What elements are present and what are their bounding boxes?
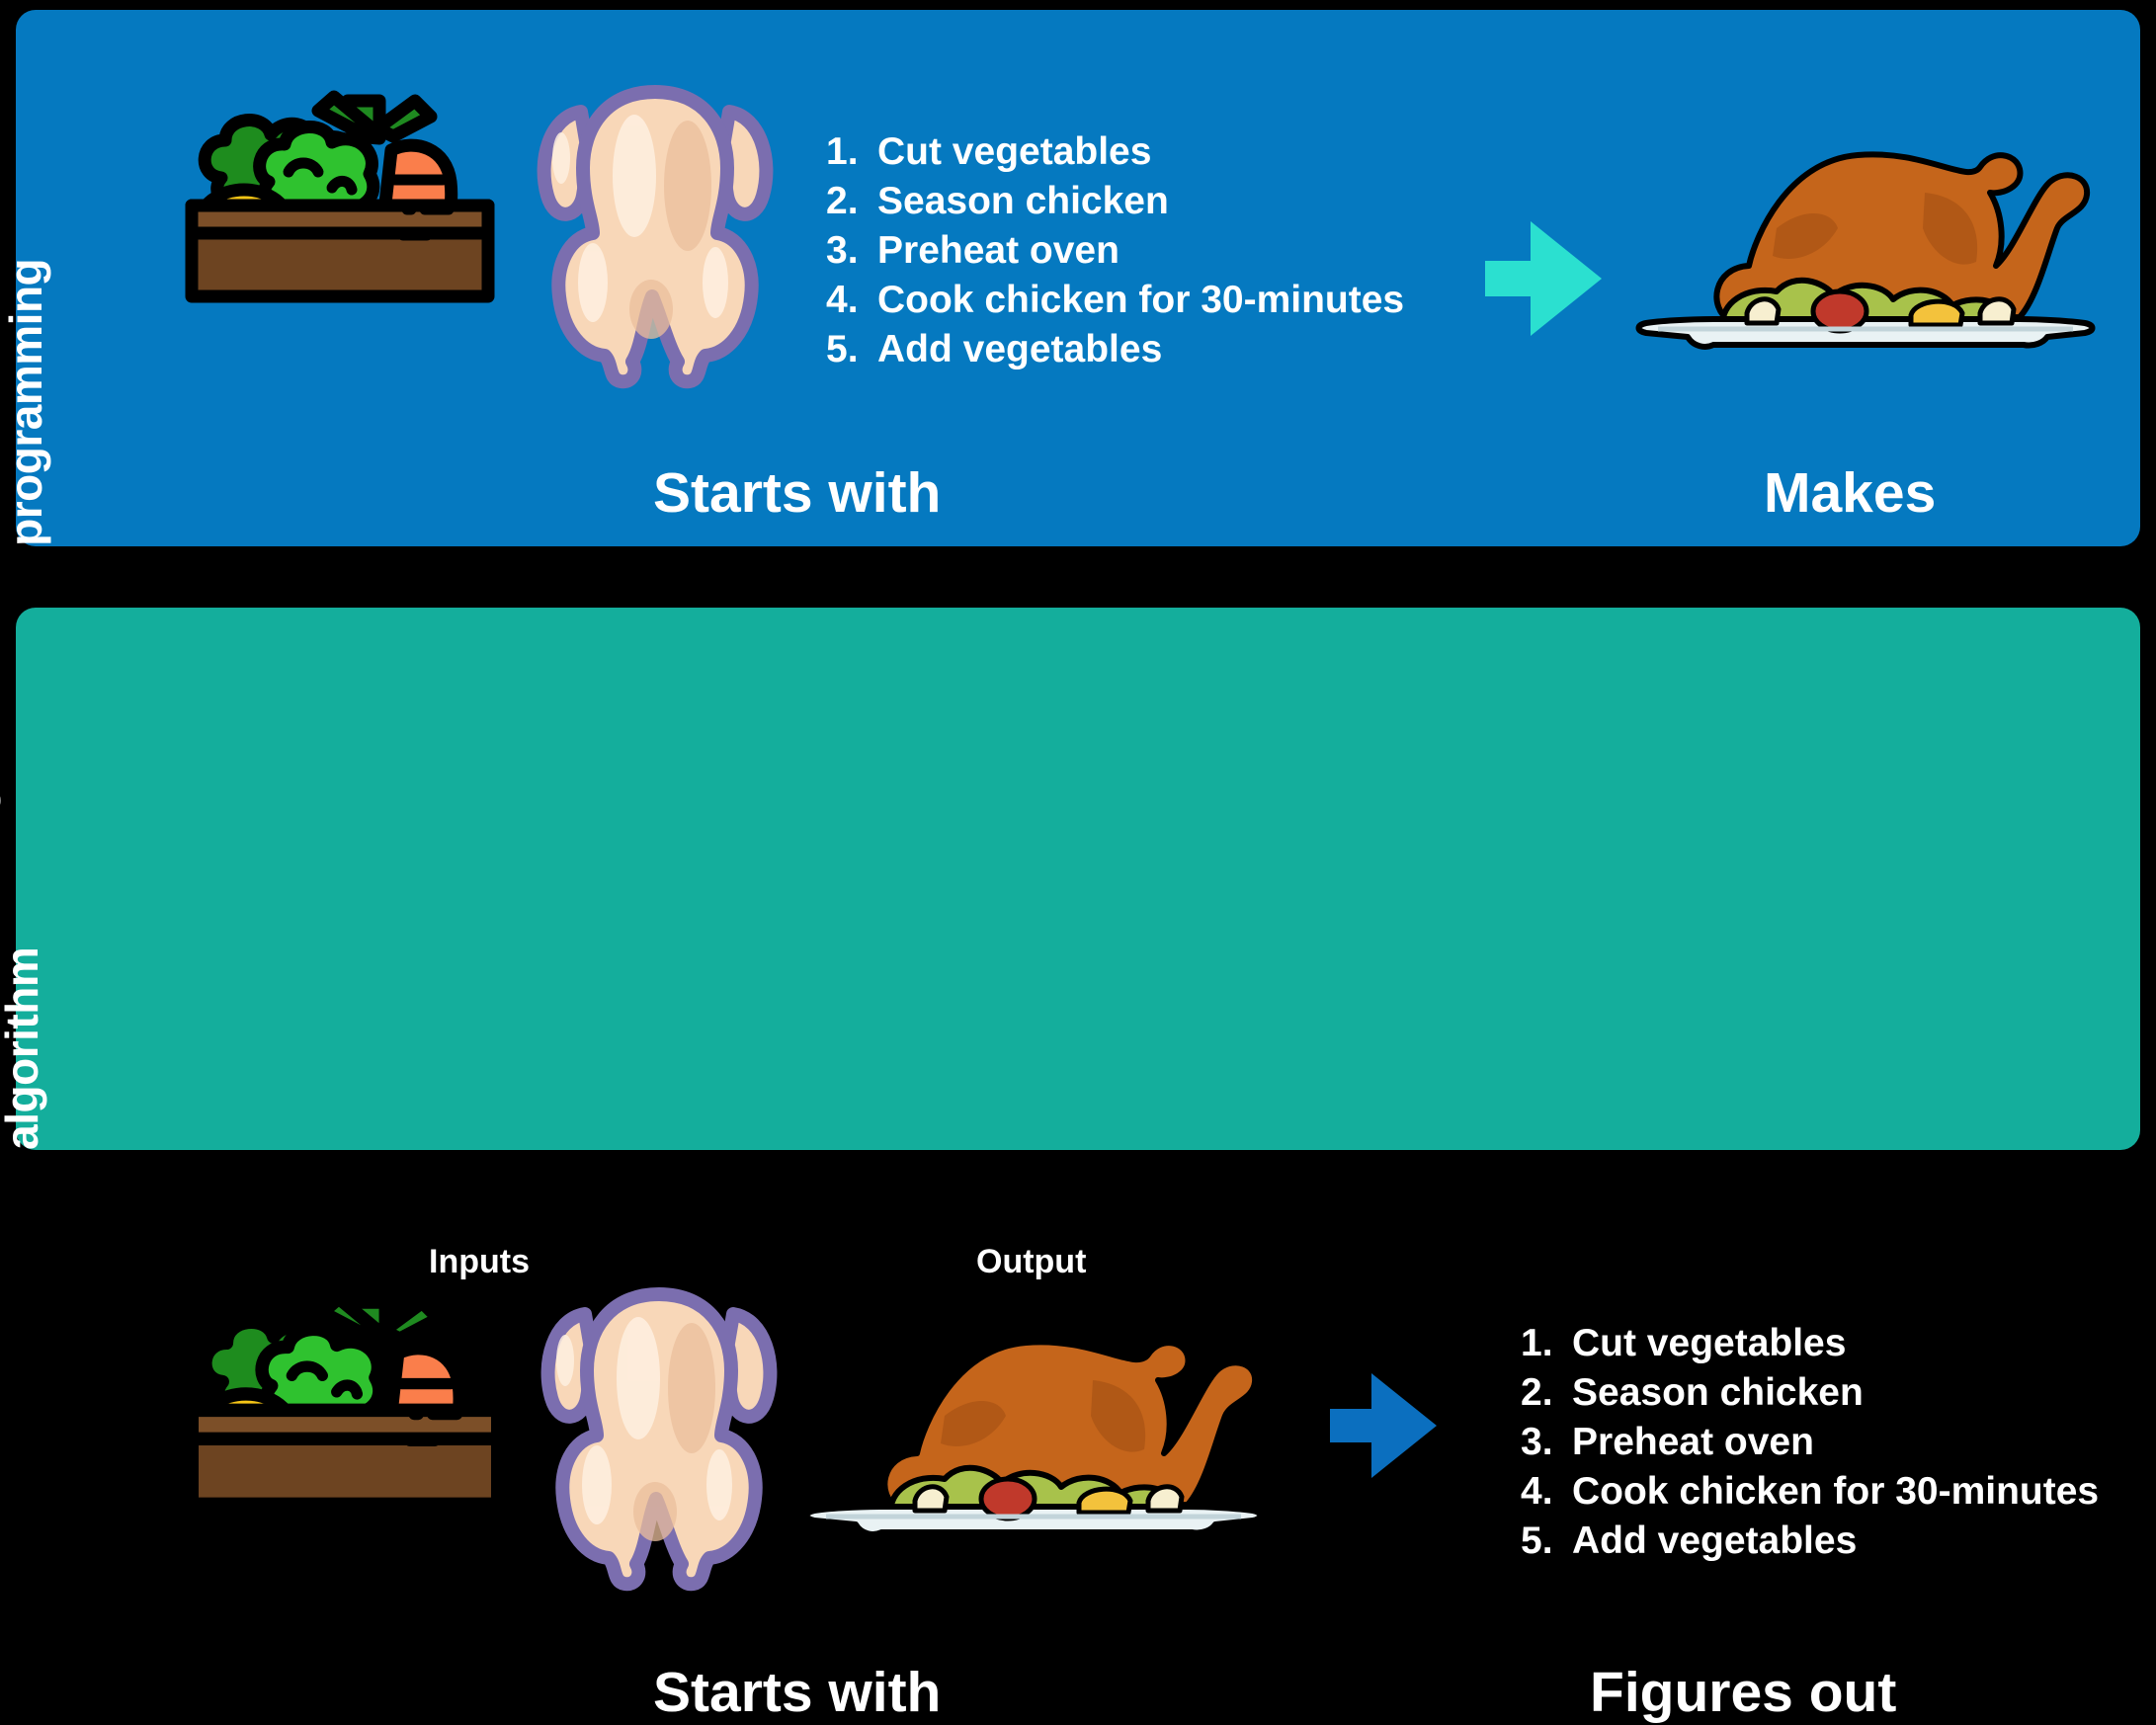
cooked-chicken-plate-icon: [1628, 133, 2103, 351]
raw-chicken-icon: [522, 67, 788, 393]
list-item-label: Preheat oven: [877, 229, 1119, 272]
list-item-number: 2.: [826, 180, 859, 222]
side-label-traditional-programming: Traditional programming: [0, 259, 52, 546]
caption-figures-out: Figures out: [1590, 1661, 1897, 1724]
list-item-number: 3.: [1521, 1421, 1553, 1463]
caption-starts-with: Starts with: [653, 1661, 942, 1724]
caption-makes: Makes: [1764, 461, 1937, 525]
panel-traditional-programming: Traditional programming 1. Cut vegetable…: [0, 10, 2140, 546]
steps-list-traditional: 1. Cut vegetables 2. Season chicken 3. P…: [826, 130, 1404, 377]
list-item-number: 2.: [1521, 1371, 1553, 1414]
list-item-number: 5.: [826, 328, 859, 370]
raw-chicken-icon: [526, 1265, 792, 1601]
list-item-number: 3.: [826, 229, 859, 272]
list-item-label: Add vegetables: [1572, 1520, 1858, 1562]
list-item-number: 1.: [1521, 1322, 1553, 1364]
list-item-label: Preheat oven: [1572, 1421, 1814, 1463]
list-item-label: Season chicken: [877, 180, 1169, 222]
list-item: 2. Season chicken: [826, 180, 1404, 229]
steps-list-machine-learning: 1. Cut vegetables 2. Season chicken 3. P…: [1521, 1322, 2099, 1569]
arrow-right-icon: [1330, 1371, 1439, 1480]
list-item: 5. Add vegetables: [826, 328, 1404, 377]
list-item-number: 4.: [1521, 1470, 1553, 1513]
list-item-number: 4.: [826, 279, 859, 321]
list-item: 4. Cook chicken for 30-minutes: [1521, 1470, 2099, 1520]
list-item: 5. Add vegetables: [1521, 1520, 2099, 1569]
side-label-line-2: programming: [0, 259, 52, 546]
list-item: 2. Season chicken: [1521, 1371, 2099, 1421]
cooked-chicken-plate-icon: [796, 1321, 1271, 1538]
side-label-line-2: algorithm: [0, 946, 48, 1150]
list-item: 3. Preheat oven: [826, 229, 1404, 279]
list-item-label: Cook chicken for 30-minutes: [1572, 1470, 2100, 1513]
list-item: 4. Cook chicken for 30-minutes: [826, 279, 1404, 328]
list-item-label: Cut vegetables: [1572, 1322, 1847, 1364]
list-item-label: Add vegetables: [877, 328, 1163, 370]
list-item-number: 1.: [826, 130, 859, 173]
list-item-label: Cook chicken for 30-minutes: [877, 279, 1405, 321]
arrow-right-icon: [1485, 219, 1604, 338]
list-item-label: Season chicken: [1572, 1371, 1864, 1414]
list-item-label: Cut vegetables: [877, 130, 1152, 173]
list-item-number: 5.: [1521, 1520, 1553, 1562]
label-output: Output: [976, 1243, 1087, 1280]
list-item: 1. Cut vegetables: [826, 130, 1404, 180]
caption-starts-with: Starts with: [653, 461, 942, 525]
panel-machine-learning-algorithm: Machine learning algorithm Inputs Output: [0, 608, 2140, 1724]
list-item: 1. Cut vegetables: [1521, 1322, 2099, 1371]
vegetable-crate-icon: [182, 1275, 508, 1519]
list-item: 3. Preheat oven: [1521, 1421, 2099, 1470]
side-label-machine-learning-algorithm: Machine learning algorithm: [0, 786, 48, 1150]
vegetable-crate-icon: [182, 79, 498, 306]
